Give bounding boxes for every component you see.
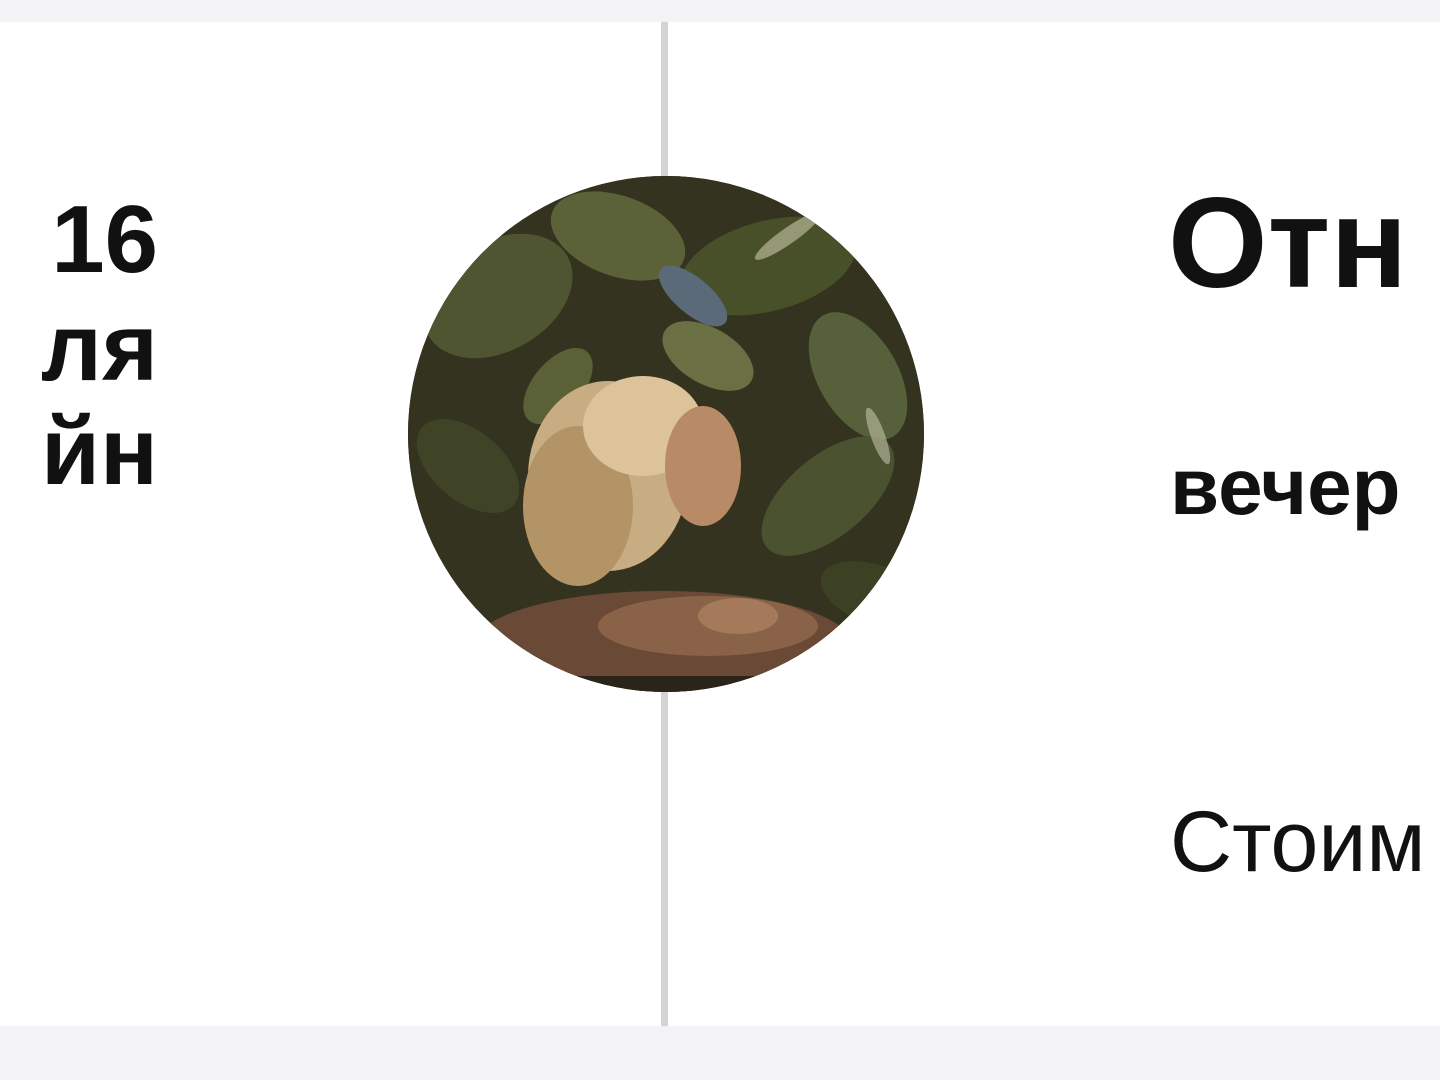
event-time: вечер [1170, 442, 1401, 531]
event-price-label: Стоим [1170, 794, 1426, 890]
event-format: йн [41, 398, 158, 505]
event-card: 16 ля йн Отн вечер Стоим [0, 22, 1440, 1026]
event-date-month: ля [41, 294, 158, 401]
event-date-day: 16 [51, 186, 158, 293]
event-photo-avatar[interactable] [408, 176, 924, 692]
event-photo-image [408, 176, 924, 692]
event-title[interactable]: Отн [1168, 174, 1408, 314]
event-date-block: 16 ля йн [41, 190, 158, 502]
